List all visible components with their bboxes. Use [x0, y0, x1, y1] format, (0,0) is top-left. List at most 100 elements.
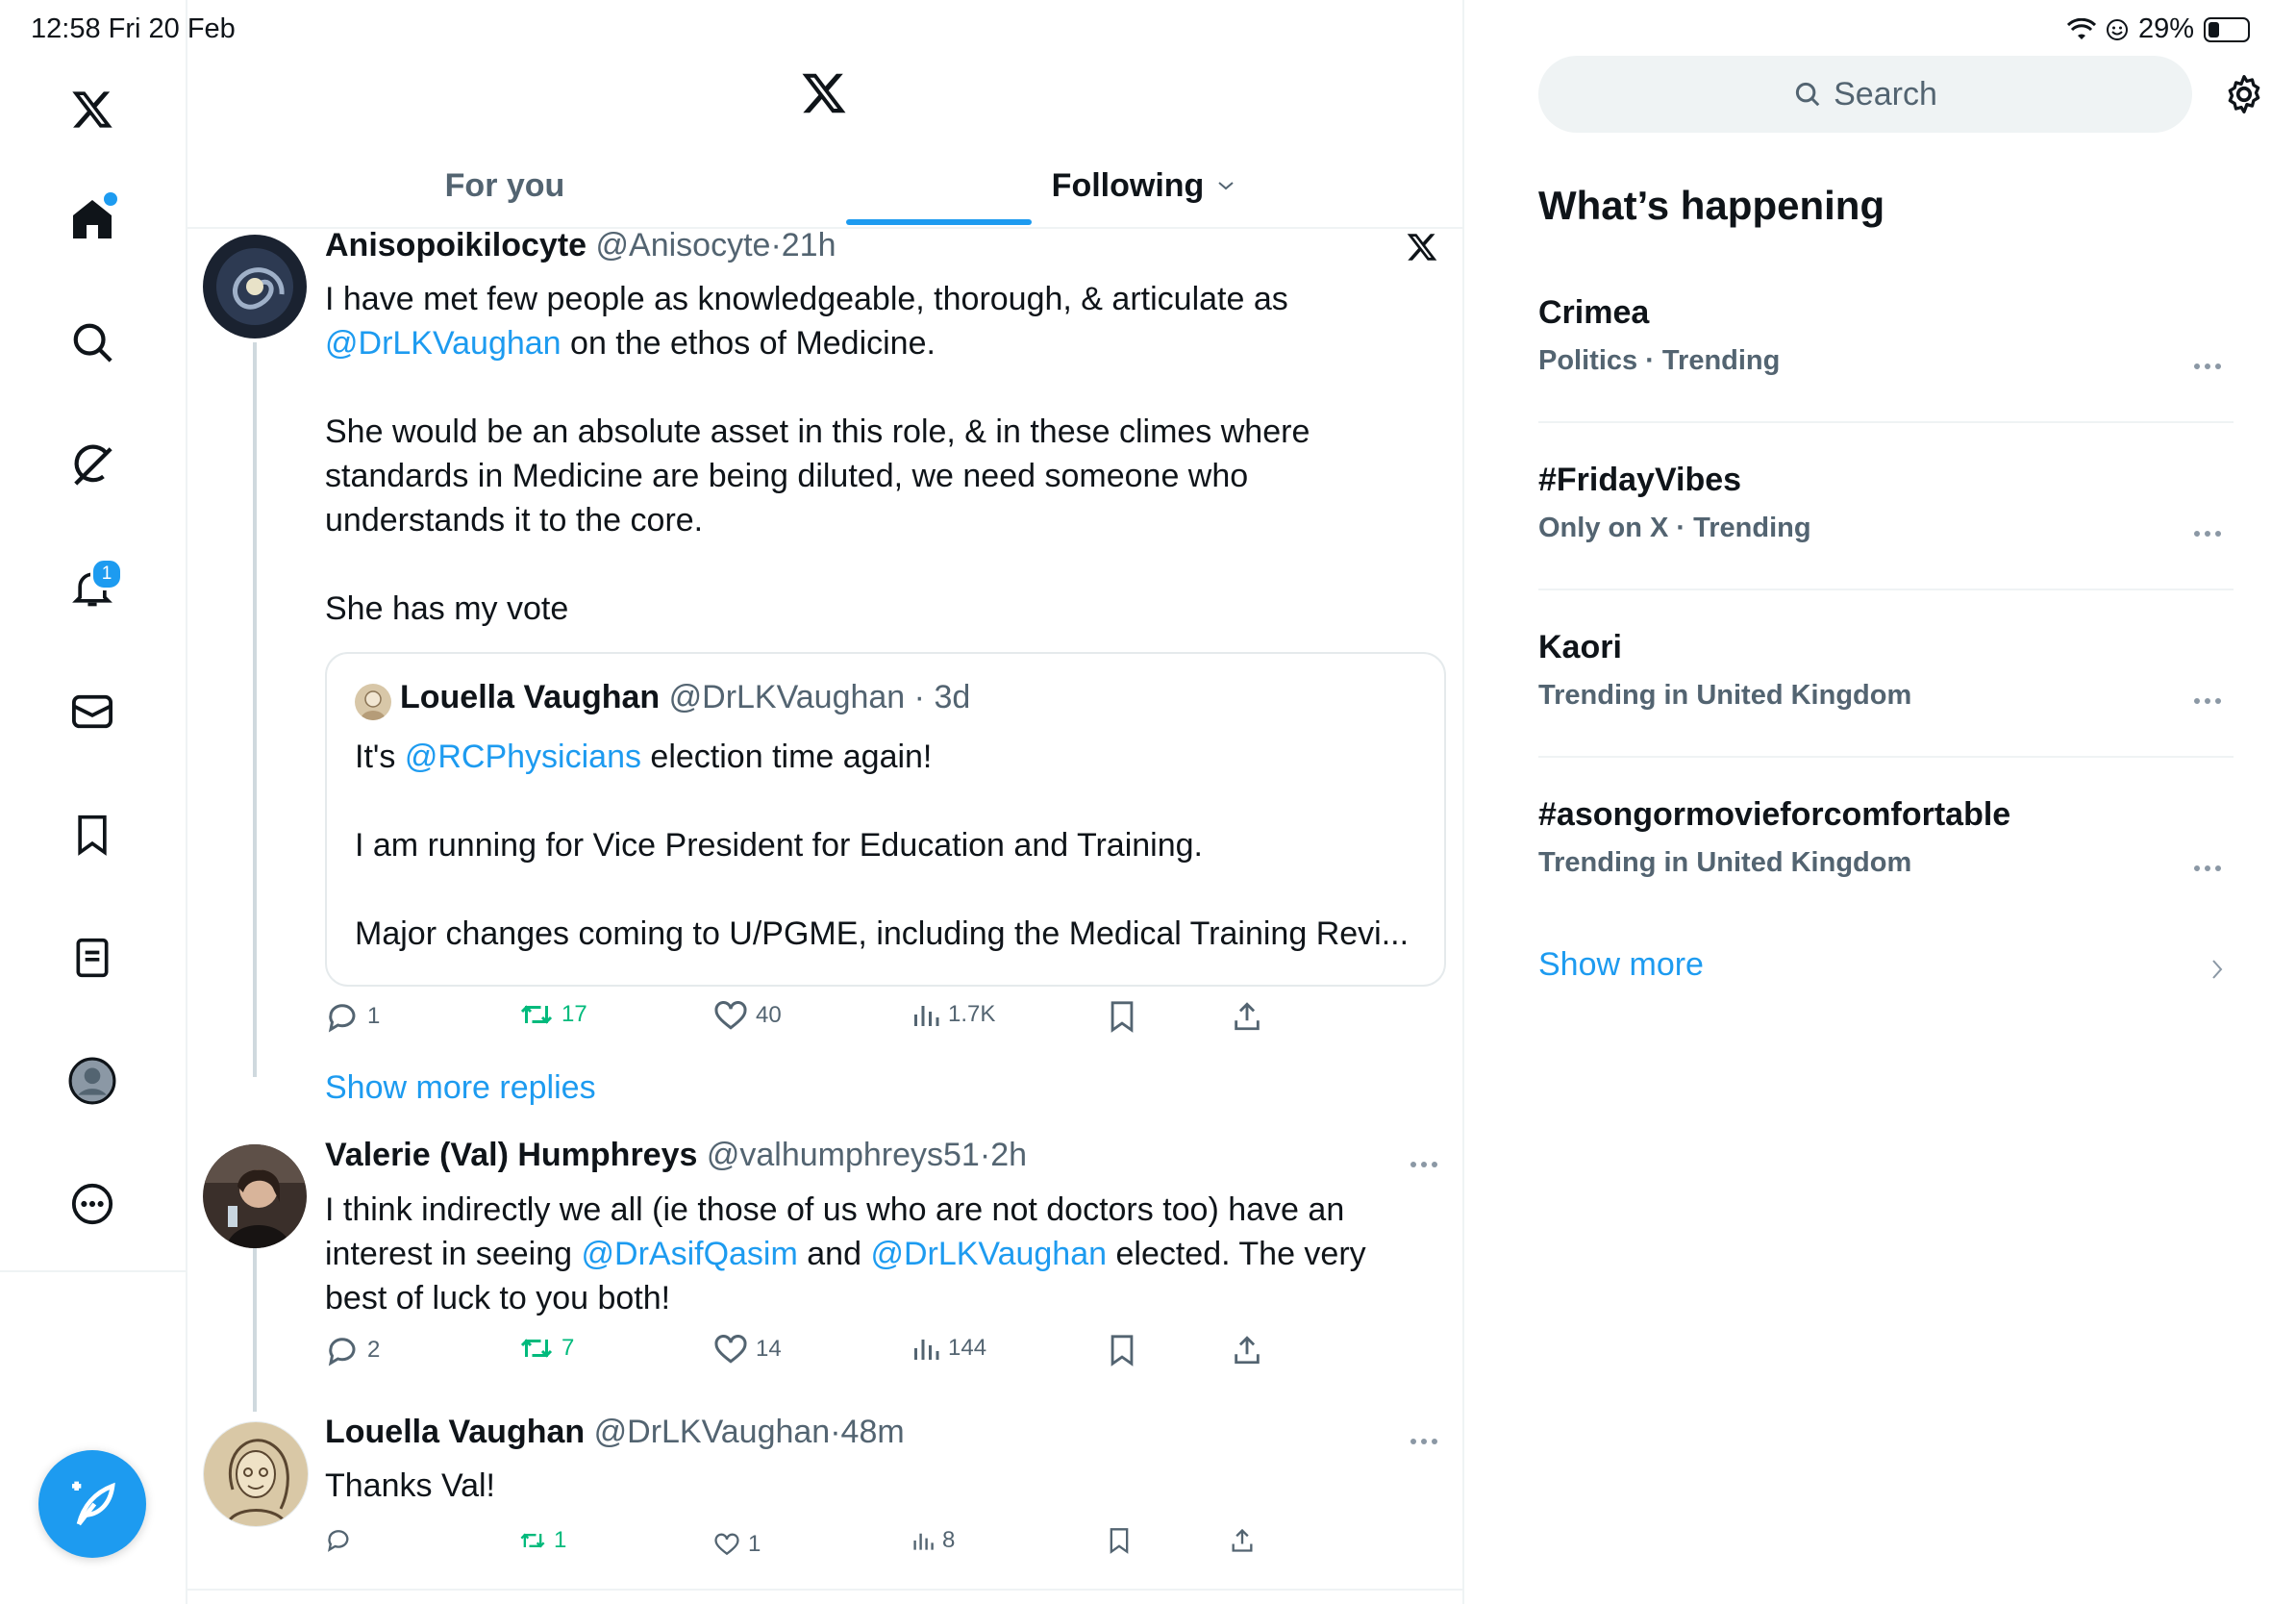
- trend-divider: [1538, 421, 2234, 423]
- show-more-label: Show more: [1538, 946, 1704, 983]
- views-button[interactable]: 8: [911, 1527, 955, 1554]
- bookmark-button[interactable]: [1108, 1334, 1136, 1366]
- text-line: I have met few people as knowledgeable, …: [325, 277, 1450, 321]
- more-dots-icon[interactable]: [2193, 696, 2222, 706]
- battery-percent: 29%: [2137, 13, 2194, 44]
- trend-item[interactable]: Kaori Trending in United Kingdom: [1538, 629, 2234, 735]
- author-handle[interactable]: @Anisocyte: [596, 227, 771, 263]
- quote-author-name: Louella Vaughan: [400, 679, 661, 715]
- tweet-time[interactable]: 48m: [841, 1414, 905, 1450]
- tweet-body: Thanks Val!: [325, 1464, 1450, 1508]
- tweet-body: I think indirectly we all (ie those of u…: [325, 1188, 1450, 1320]
- messages-button[interactable]: [50, 669, 135, 754]
- share-button[interactable]: [1229, 1527, 1256, 1554]
- avatar[interactable]: [203, 1144, 307, 1248]
- bookmark-icon: [1111, 1001, 1134, 1033]
- gear-icon: [2228, 75, 2260, 113]
- tweet-more-button[interactable]: [1410, 1140, 1438, 1178]
- like-button[interactable]: 40: [713, 1000, 782, 1031]
- author-name[interactable]: Anisopoikilocyte: [325, 227, 586, 263]
- quote-header: Louella Vaughan @DrLKVaughan · 3d: [400, 679, 970, 716]
- sidebar-nav: 1: [0, 0, 187, 1604]
- trend-item[interactable]: Crimea Politics · Trending: [1538, 294, 2234, 400]
- views-count: 1.7K: [948, 1001, 996, 1027]
- like-count: 1: [748, 1531, 761, 1557]
- settings-button[interactable]: [2223, 73, 2265, 120]
- trend-item[interactable]: #FridayVibes Only on X · Trending: [1538, 462, 2234, 567]
- text-span: and: [797, 1236, 871, 1272]
- text-line: interest in seeing @DrAsifQasim and @DrL…: [325, 1232, 1450, 1276]
- show-more-replies-link[interactable]: Show more replies: [325, 1069, 596, 1107]
- show-more-trends-link[interactable]: Show more: [1538, 946, 2234, 994]
- separator-dot: ·: [979, 1137, 991, 1173]
- search-nav-button[interactable]: [50, 300, 135, 385]
- avatar[interactable]: [203, 235, 307, 338]
- author-handle[interactable]: @valhumphreys51: [707, 1137, 980, 1173]
- like-button[interactable]: 1: [713, 1531, 761, 1558]
- trend-title: #asongormovieforcomfortable: [1538, 796, 2011, 833]
- tweet-more-button[interactable]: [1410, 1417, 1438, 1455]
- author-name[interactable]: Valerie (Val) Humphreys: [325, 1137, 697, 1173]
- grok-button[interactable]: [50, 423, 135, 508]
- quote-avatar: [355, 684, 391, 720]
- text-line: Thanks Val!: [325, 1464, 1450, 1508]
- share-button[interactable]: [1231, 1000, 1263, 1033]
- author-handle[interactable]: @DrLKVaughan: [594, 1414, 831, 1450]
- text-line: It's @RCPhysicians election time again!: [355, 735, 1422, 779]
- tweet-time[interactable]: 21h: [782, 227, 836, 263]
- tweet-x-menu[interactable]: [1406, 231, 1438, 268]
- views-button[interactable]: 1.7K: [911, 1000, 995, 1029]
- more-circle-icon: [71, 1183, 113, 1225]
- reply-button[interactable]: [325, 1527, 352, 1552]
- more-button[interactable]: [50, 1162, 135, 1246]
- avatar[interactable]: [203, 1421, 309, 1527]
- mention-link[interactable]: @DrLKVaughan: [870, 1236, 1107, 1272]
- author-name[interactable]: Louella Vaughan: [325, 1414, 585, 1450]
- share-icon: [1235, 1002, 1260, 1031]
- lists-button[interactable]: [50, 915, 135, 1000]
- share-button[interactable]: [1231, 1334, 1263, 1366]
- active-tab-indicator: [846, 219, 1032, 225]
- views-button[interactable]: 144: [911, 1334, 986, 1363]
- more-dots-icon[interactable]: [2193, 529, 2222, 539]
- more-dots-icon: [1410, 1439, 1437, 1444]
- tweet-time[interactable]: 2h: [990, 1137, 1027, 1173]
- tab-for-you[interactable]: For you: [186, 144, 824, 227]
- reply-button[interactable]: 2: [325, 1334, 380, 1366]
- text-span: Thanks Val!: [325, 1467, 496, 1504]
- chevron-right-icon: [2212, 960, 2223, 979]
- more-dots-icon[interactable]: [2193, 362, 2222, 371]
- bookmarks-button[interactable]: [50, 792, 135, 877]
- mail-icon: [72, 694, 112, 729]
- portrait-avatar-image: [355, 684, 391, 720]
- trend-item[interactable]: #asongormovieforcomfortable Trending in …: [1538, 796, 2234, 902]
- profile-button[interactable]: [50, 1039, 135, 1123]
- like-button[interactable]: 14: [713, 1334, 782, 1365]
- text-span: Major changes coming to U/PGME, includin…: [355, 915, 1410, 952]
- text-line: [355, 779, 1422, 823]
- heart-icon: [714, 1334, 747, 1364]
- repost-button[interactable]: 7: [519, 1334, 574, 1363]
- mention-link[interactable]: @DrAsifQasim: [582, 1236, 798, 1272]
- text-span: She has my vote: [325, 590, 569, 627]
- views-chart-icon: [914, 1006, 939, 1026]
- text-line: I think indirectly we all (ie those of u…: [325, 1188, 1450, 1232]
- home-button[interactable]: [50, 177, 135, 262]
- repost-button[interactable]: 17: [519, 1000, 587, 1029]
- mention-link[interactable]: @DrLKVaughan: [325, 325, 562, 362]
- text-line: [325, 365, 1450, 410]
- search-bar[interactable]: Search: [1538, 56, 2192, 133]
- compose-post-button[interactable]: [38, 1450, 146, 1558]
- more-dots-icon[interactable]: [2193, 864, 2222, 873]
- bookmark-button[interactable]: [1108, 1000, 1136, 1033]
- mention-link[interactable]: @RCPhysicians: [405, 739, 641, 775]
- text-span: interest in seeing: [325, 1236, 582, 1272]
- notifications-button[interactable]: 1: [50, 546, 135, 631]
- tab-following[interactable]: Following: [824, 144, 1462, 227]
- notifications-badge: 1: [90, 558, 123, 590]
- separator-dot: ·: [770, 227, 782, 263]
- x-logo-button[interactable]: [50, 67, 135, 152]
- repost-button[interactable]: 1: [519, 1527, 566, 1554]
- bookmark-button[interactable]: [1108, 1527, 1131, 1554]
- reply-button[interactable]: 1: [325, 1000, 380, 1033]
